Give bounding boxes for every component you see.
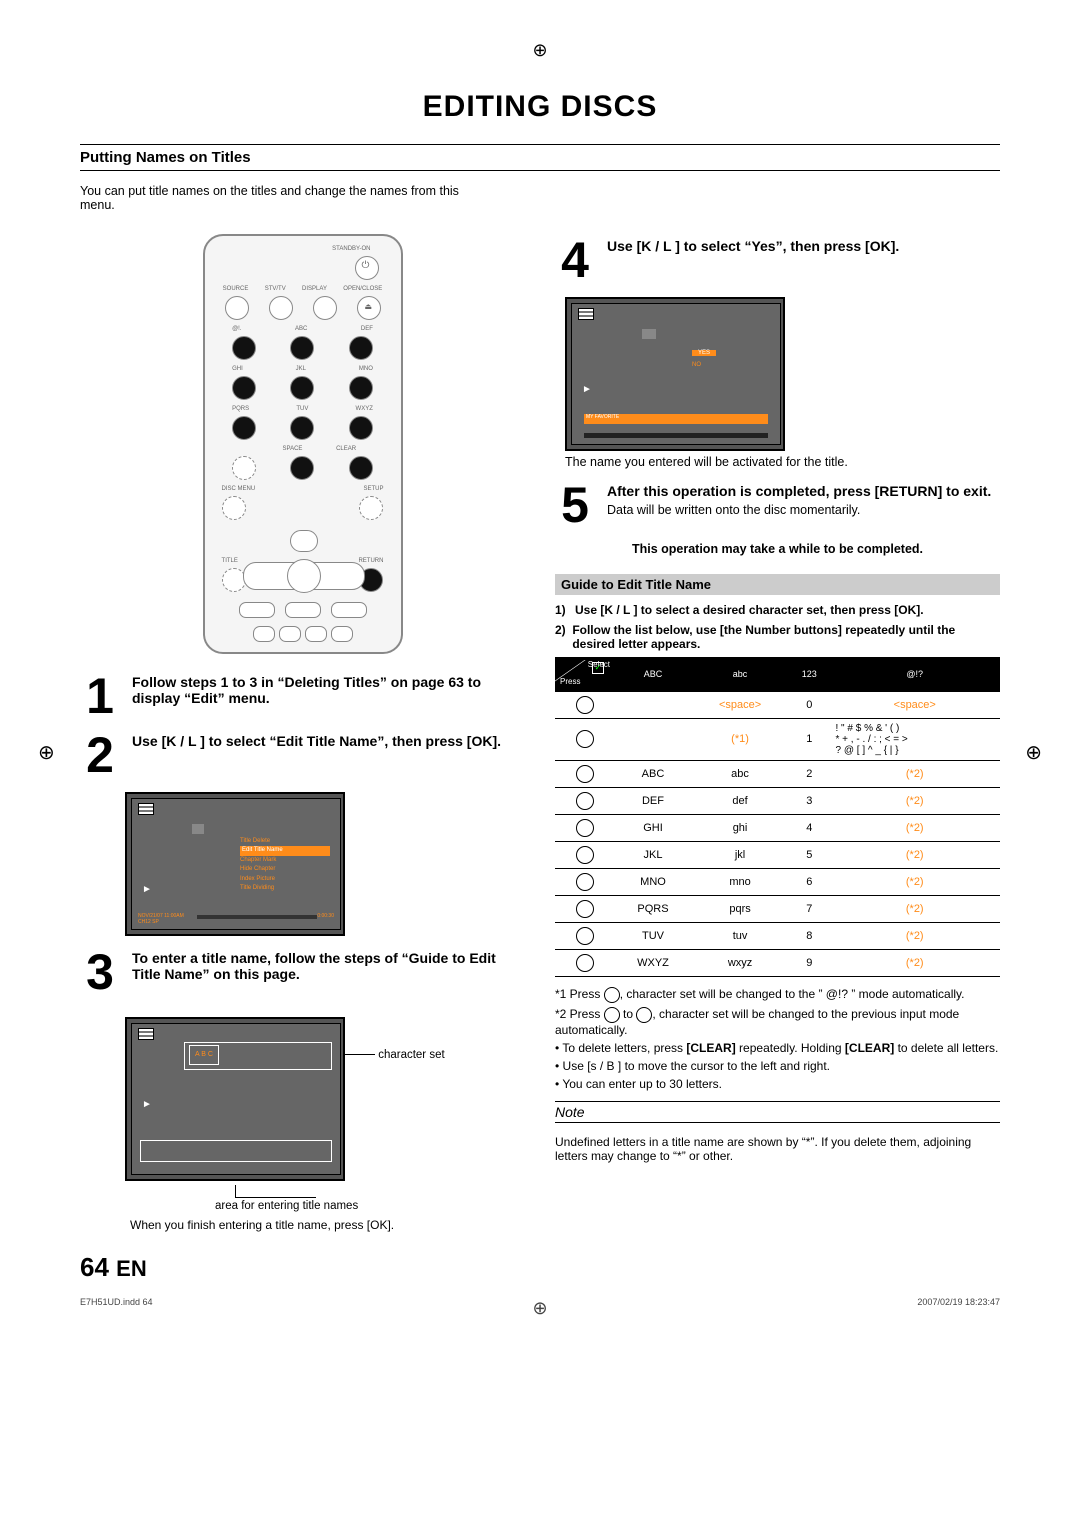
step-1-text: Follow steps 1 to 3 in “Deleting Titles”… — [132, 674, 525, 719]
button-circle-icon — [604, 987, 620, 1003]
step-4-text: Use [K / L ] to select “Yes”, then press… — [607, 238, 1000, 283]
page-title: EDITING DISCS — [80, 90, 1000, 124]
page-number: 64 EN — [80, 1252, 1000, 1283]
remote-control-diagram: STANDBY-ON SOURCE STV/TV DISPLAY OPEN/CL… — [203, 234, 403, 654]
dpad-icon — [243, 530, 363, 550]
button-circle-icon — [604, 1007, 620, 1023]
note-body: Undefined letters in a title name are sh… — [555, 1135, 1000, 1163]
note-heading: Note — [555, 1101, 1000, 1123]
guide-step-2: 2)Follow the list below, use [the Number… — [555, 623, 1000, 651]
crop-mark-left — [38, 740, 55, 765]
step-3: 3 To enter a title name, follow the step… — [80, 950, 525, 995]
step-5: 5 After this operation is completed, pre… — [555, 483, 1000, 528]
warning-text: This operation may take a while to be co… — [555, 542, 1000, 556]
step-4-note: The name you entered will be activated f… — [565, 455, 1000, 469]
play-icon — [142, 1099, 152, 1110]
power-icon — [355, 256, 379, 280]
print-footer: E7H51UD.indd 64 2007/02/19 18:23:47 — [80, 1297, 1000, 1307]
step-5-text: After this operation is completed, press… — [607, 483, 1000, 528]
step-number-3: 3 — [80, 950, 120, 995]
footnotes: *1 Press , character set will be changed… — [555, 987, 1000, 1091]
step-4: 4 Use [K / L ] to select “Yes”, then pre… — [555, 238, 1000, 283]
play-icon — [582, 384, 592, 395]
crop-mark-top — [532, 40, 547, 61]
eject-icon — [357, 296, 381, 320]
osd-confirm-yes: YES NO MY FAVORITE — [565, 297, 785, 451]
character-input-table: Select ✓ Press ABC abc 123 @!? <space>0<… — [555, 657, 1000, 977]
step-3-note: When you finish entering a title name, p… — [130, 1218, 525, 1232]
crop-mark-bottom — [532, 1298, 547, 1319]
step-number-5: 5 — [555, 483, 595, 528]
osd-title-name-entry: A B C — [125, 1017, 345, 1181]
caption-entry-area: area for entering title names — [215, 1200, 525, 1212]
step-2-text: Use [K / L ] to select “Edit Title Name”… — [132, 733, 525, 778]
button-circle-icon — [636, 1007, 652, 1023]
step-3-text: To enter a title name, follow the steps … — [132, 950, 525, 995]
step-1: 1 Follow steps 1 to 3 in “Deleting Title… — [80, 674, 525, 719]
osd-edit-menu: Title Delete Edit Title Name Chapter Mar… — [125, 792, 345, 936]
guide-step-1: 1)Use [K / L ] to select a desired chara… — [555, 603, 1000, 617]
caption-character-set: character set — [378, 1049, 444, 1061]
play-icon — [142, 884, 152, 895]
step-2: 2 Use [K / L ] to select “Edit Title Nam… — [80, 733, 525, 778]
guide-heading: Guide to Edit Title Name — [555, 574, 1000, 595]
remote-label-standby: STANDBY-ON — [332, 246, 370, 252]
intro-text: You can put title names on the titles an… — [80, 184, 480, 212]
crop-mark-right — [1025, 740, 1042, 765]
step-number-4: 4 — [555, 238, 595, 283]
section-heading: Putting Names on Titles — [80, 144, 1000, 171]
step-number-1: 1 — [80, 674, 120, 719]
step-number-2: 2 — [80, 733, 120, 778]
